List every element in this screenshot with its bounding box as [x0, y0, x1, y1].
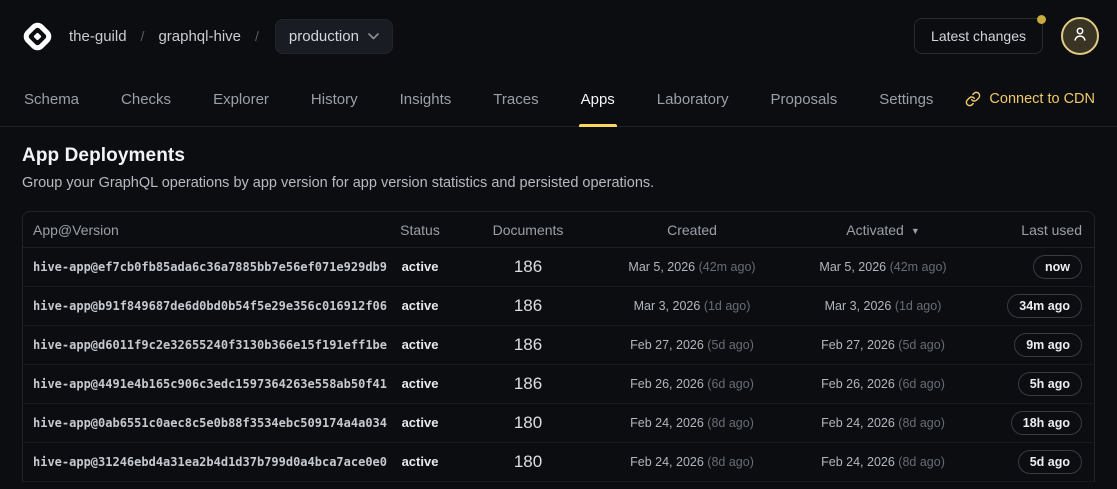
hive-logo-icon[interactable]: [20, 19, 55, 54]
table-row[interactable]: hive-app@d6011f9c2e32655240f3130b366e15f…: [23, 326, 1094, 365]
status-cell: active: [402, 415, 439, 430]
documents-cell: 186: [514, 257, 542, 276]
app-version-cell[interactable]: hive-app@b91f849687de6d0bd0b54f5e29e356c…: [33, 299, 387, 313]
table-header-row: App@Version Status Documents Created Act…: [23, 212, 1094, 248]
documents-cell: 180: [514, 452, 542, 471]
activated-cell: Feb 26, 2026 (6d ago): [821, 377, 945, 391]
user-avatar[interactable]: [1061, 17, 1099, 55]
column-header-activated-label: Activated: [846, 222, 904, 238]
created-cell: Mar 5, 2026 (42m ago): [628, 260, 755, 274]
activated-cell: Feb 27, 2026 (5d ago): [821, 338, 945, 352]
status-cell: active: [402, 259, 439, 274]
connect-to-cdn-link[interactable]: Connect to CDN: [965, 91, 1095, 107]
tab-checks[interactable]: Checks: [119, 72, 173, 126]
tab-laboratory[interactable]: Laboratory: [655, 72, 731, 126]
tab-list: Schema Checks Explorer History Insights …: [22, 72, 935, 126]
tab-schema[interactable]: Schema: [22, 72, 81, 126]
last-used-badge: now: [1033, 255, 1082, 279]
created-cell: Feb 24, 2026 (8d ago): [630, 416, 754, 430]
column-header-last-used[interactable]: Last used: [976, 222, 1094, 238]
column-header-activated[interactable]: Activated ▼: [790, 222, 976, 238]
page-title: App Deployments: [22, 145, 1095, 167]
latest-changes-button[interactable]: Latest changes: [914, 18, 1043, 54]
status-cell: active: [402, 298, 439, 313]
activated-cell: Feb 24, 2026 (8d ago): [821, 455, 945, 469]
created-cell: Feb 26, 2026 (6d ago): [630, 377, 754, 391]
created-cell: Feb 24, 2026 (8d ago): [630, 455, 754, 469]
column-header-app-version[interactable]: App@Version: [23, 222, 378, 238]
app-version-cell[interactable]: hive-app@4491e4b165c906c3edc1597364263e5…: [33, 377, 387, 391]
status-cell: active: [402, 454, 439, 469]
tab-proposals[interactable]: Proposals: [769, 72, 840, 126]
created-cell: Mar 3, 2026 (1d ago): [634, 299, 751, 313]
link-chain-icon: [965, 91, 981, 107]
app-version-cell[interactable]: hive-app@31246ebd4a31ea2b4d1d37b799d0a4b…: [33, 455, 387, 469]
target-selector[interactable]: production: [275, 19, 393, 54]
latest-changes-label: Latest changes: [931, 28, 1026, 44]
documents-cell: 186: [514, 296, 542, 315]
table-row[interactable]: hive-app@ef7cb0fb85ada6c36a7885bb7e56ef0…: [23, 248, 1094, 287]
tab-traces[interactable]: Traces: [491, 72, 540, 126]
activated-cell: Mar 5, 2026 (42m ago): [819, 260, 946, 274]
column-header-documents[interactable]: Documents: [462, 222, 594, 238]
table-row[interactable]: hive-app@b91f849687de6d0bd0b54f5e29e356c…: [23, 287, 1094, 326]
breadcrumb: the-guild / graphql-hive / production: [69, 19, 393, 54]
column-header-created[interactable]: Created: [594, 222, 790, 238]
top-header: the-guild / graphql-hive / production La…: [0, 0, 1117, 72]
created-cell: Feb 27, 2026 (5d ago): [630, 338, 754, 352]
breadcrumb-org[interactable]: the-guild: [69, 28, 127, 45]
tab-explorer[interactable]: Explorer: [211, 72, 271, 126]
column-header-status[interactable]: Status: [378, 222, 462, 238]
sort-desc-icon: ▼: [911, 226, 920, 236]
status-cell: active: [402, 337, 439, 352]
activated-cell: Feb 24, 2026 (8d ago): [821, 416, 945, 430]
tab-history[interactable]: History: [309, 72, 360, 126]
documents-cell: 186: [514, 335, 542, 354]
activated-cell: Mar 3, 2026 (1d ago): [825, 299, 942, 313]
breadcrumb-separator: /: [255, 28, 259, 44]
person-icon: [1071, 25, 1089, 48]
documents-cell: 180: [514, 413, 542, 432]
last-used-badge: 5h ago: [1018, 372, 1082, 396]
page-subtitle: Group your GraphQL operations by app ver…: [22, 175, 1095, 191]
last-used-badge: 9m ago: [1014, 333, 1082, 357]
app-version-cell[interactable]: hive-app@0ab6551c0aec8c5e0b88f3534ebc509…: [33, 416, 387, 430]
notification-dot-icon: [1037, 15, 1046, 24]
last-used-badge: 34m ago: [1007, 294, 1082, 318]
last-used-badge: 5d ago: [1018, 450, 1082, 474]
target-nav: Schema Checks Explorer History Insights …: [0, 72, 1117, 127]
table-row[interactable]: hive-app@0ab6551c0aec8c5e0b88f3534ebc509…: [23, 404, 1094, 443]
target-selector-value: production: [289, 28, 359, 45]
main-content: App Deployments Group your GraphQL opera…: [0, 127, 1117, 482]
last-used-badge: 18h ago: [1011, 411, 1082, 435]
app-deployments-table: App@Version Status Documents Created Act…: [22, 211, 1095, 482]
chevron-down-icon: [368, 33, 379, 40]
tab-insights[interactable]: Insights: [398, 72, 454, 126]
breadcrumb-project[interactable]: graphql-hive: [158, 28, 241, 45]
app-version-cell[interactable]: hive-app@ef7cb0fb85ada6c36a7885bb7e56ef0…: [33, 260, 387, 274]
connect-to-cdn-label: Connect to CDN: [989, 91, 1095, 107]
status-cell: active: [402, 376, 439, 391]
table-row[interactable]: hive-app@4491e4b165c906c3edc1597364263e5…: [23, 365, 1094, 404]
documents-cell: 186: [514, 374, 542, 393]
table-row[interactable]: hive-app@31246ebd4a31ea2b4d1d37b799d0a4b…: [23, 443, 1094, 482]
tab-settings[interactable]: Settings: [877, 72, 935, 126]
app-version-cell[interactable]: hive-app@d6011f9c2e32655240f3130b366e15f…: [33, 338, 387, 352]
breadcrumb-separator: /: [141, 28, 145, 44]
tab-apps[interactable]: Apps: [579, 72, 617, 126]
